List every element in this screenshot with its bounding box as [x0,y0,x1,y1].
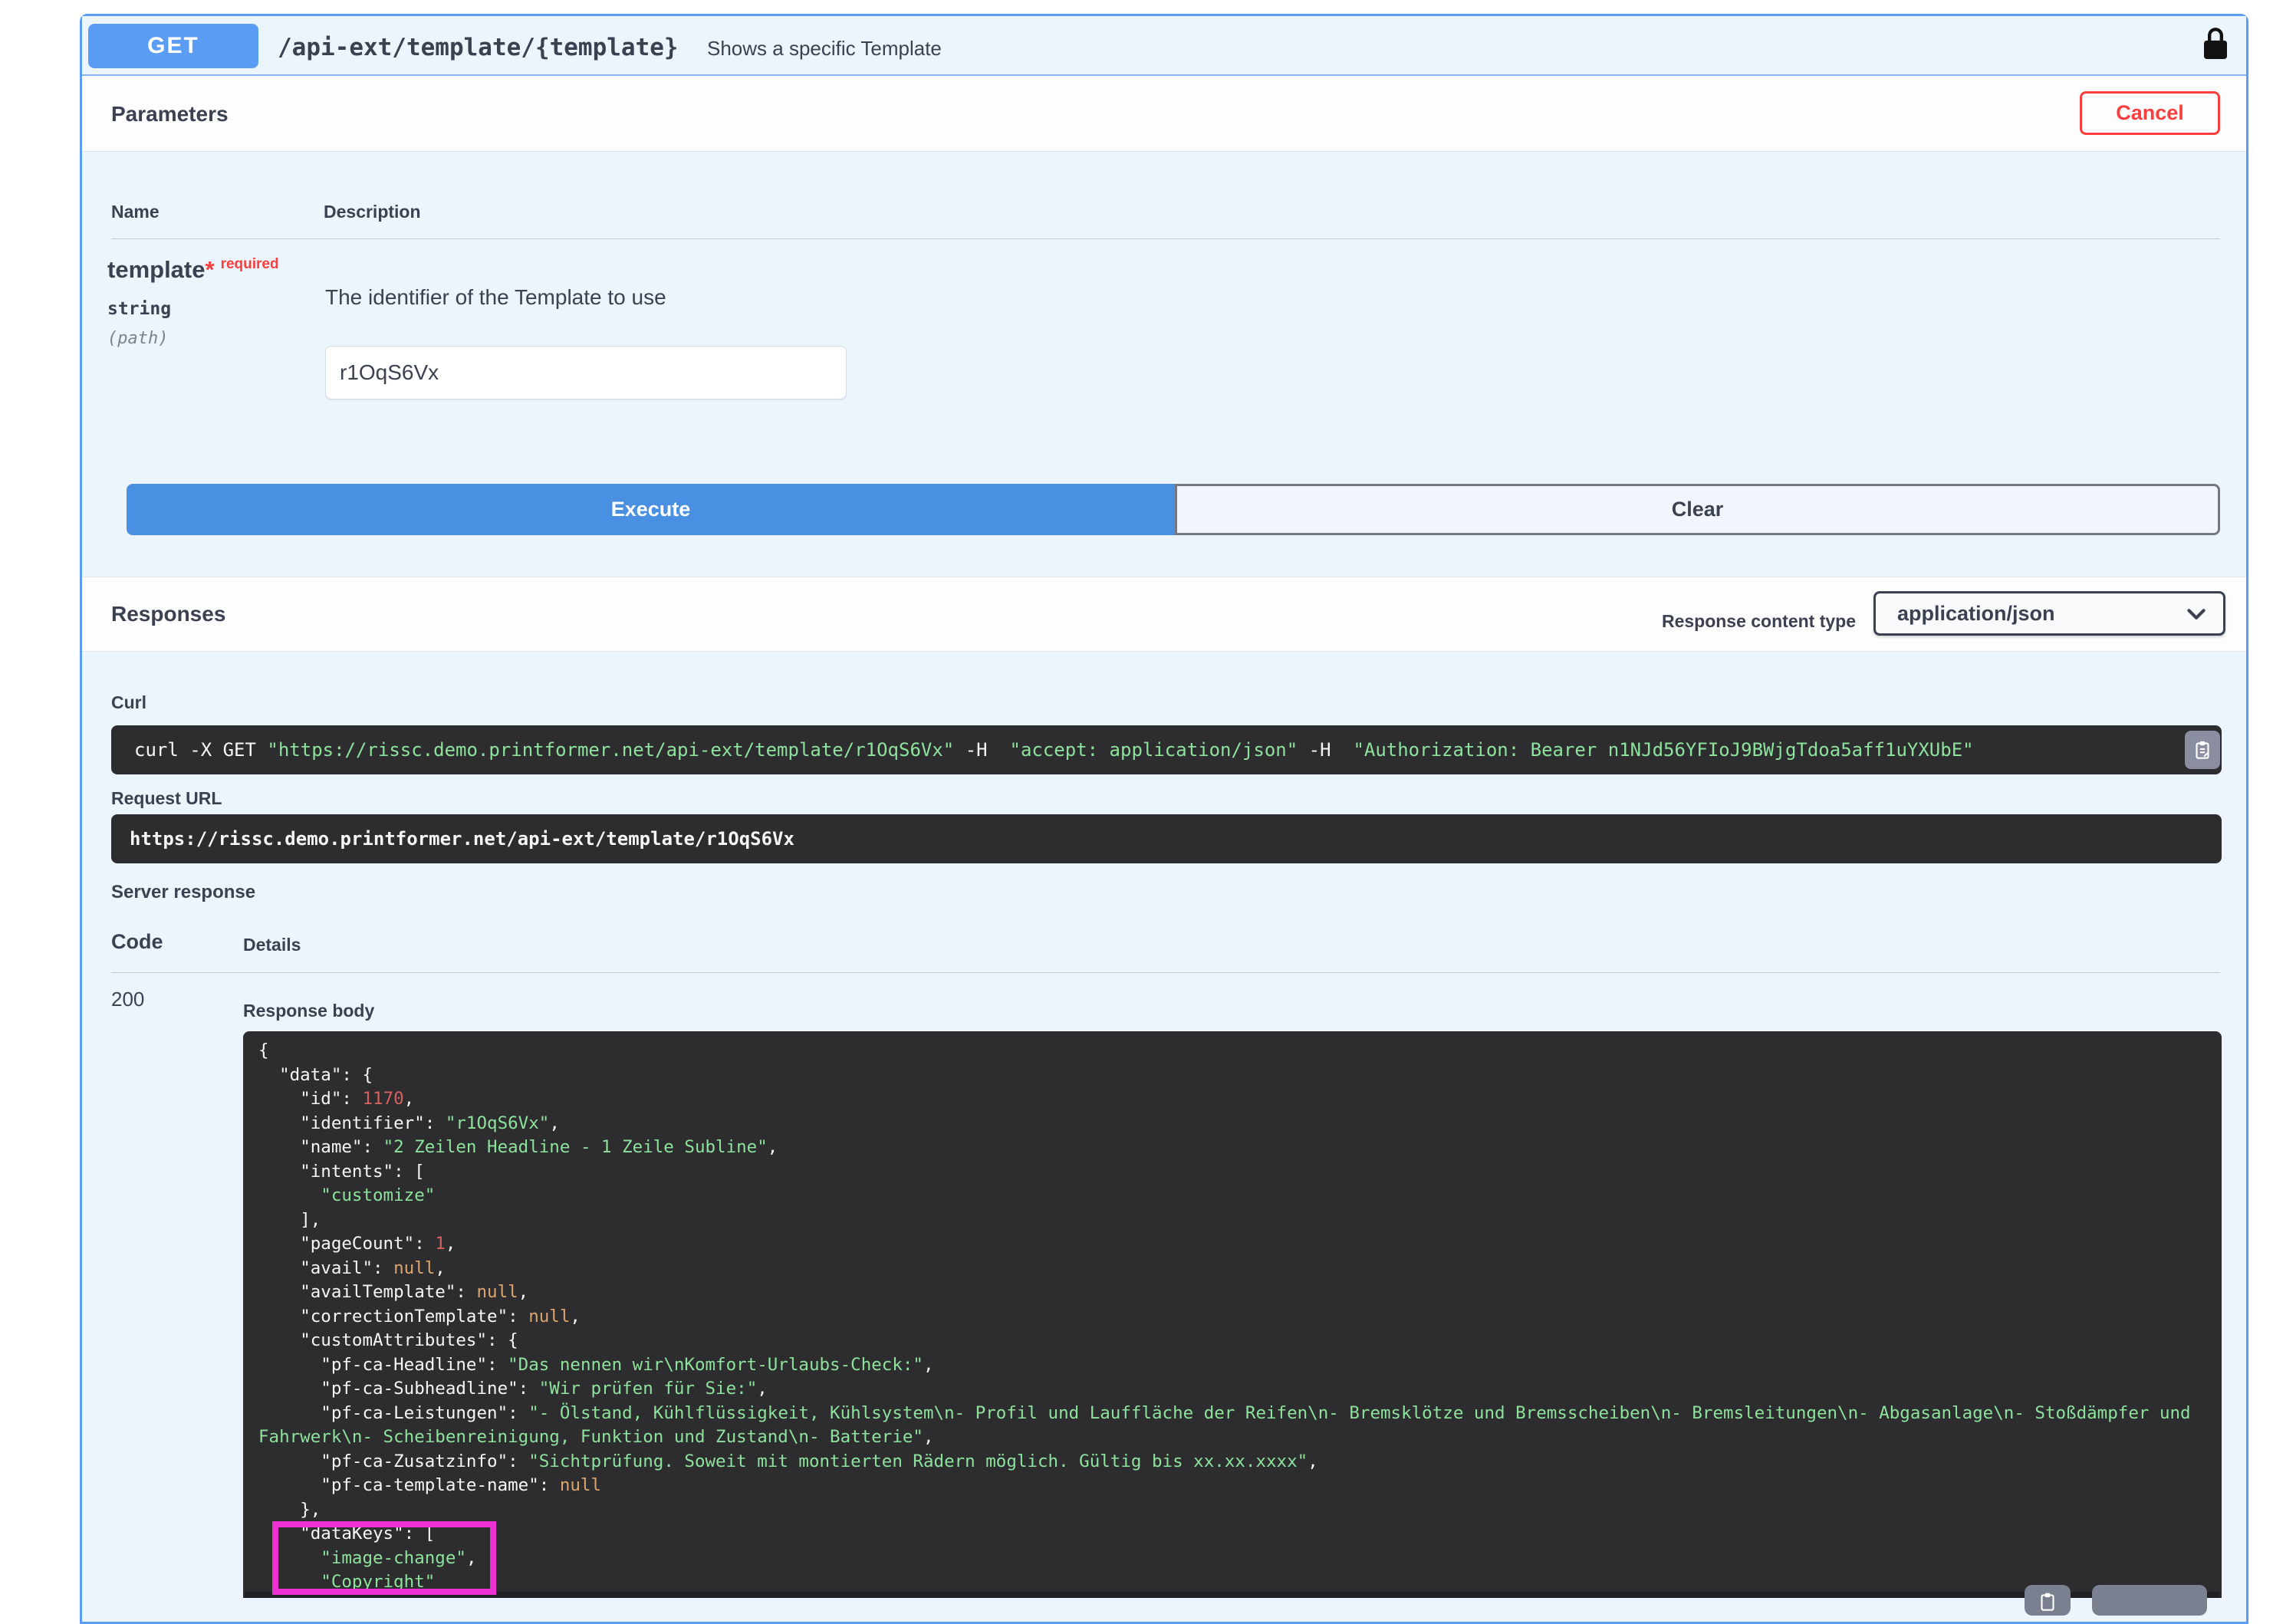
horizontal-scrollbar[interactable] [245,1592,2220,1598]
param-type: string [107,299,171,319]
cancel-button[interactable]: Cancel [2080,91,2220,135]
column-name: Name [111,202,160,222]
details-column-header: Details [243,935,301,955]
code-column-header: Code [111,930,163,954]
curl-command: curl -X GET "https://rissc.demo.printfor… [111,725,2222,774]
response-table-divider [111,972,2220,973]
server-response-label: Server response [111,882,255,903]
endpoint-summary: Shows a specific Template [707,37,942,61]
endpoint-path: /api-ext/template/{template} [278,34,679,61]
request-url-value: https://rissc.demo.printformer.net/api-e… [111,814,2222,863]
copy-to-clipboard-button[interactable] [2185,731,2220,769]
response-body-json: { "data": { "id": 1170, "identifier": "r… [243,1031,2222,1598]
parameters-title: Parameters [111,102,229,127]
method-badge: GET [88,24,258,68]
response-download-button[interactable] [2092,1585,2207,1616]
auth-lock-icon[interactable] [2200,25,2231,62]
curl-label: Curl [111,692,146,713]
template-input[interactable] [325,346,847,399]
responses-title: Responses [111,602,225,626]
required-asterisk: * [205,256,214,283]
response-content-type-label: Response content type [1626,611,1856,632]
param-location: (path) [107,329,168,348]
required-label: required [221,256,279,272]
response-content-type-value: application/json [1897,602,2055,626]
clear-button[interactable]: Clear [1175,484,2220,535]
execute-button[interactable]: Execute [127,484,1175,535]
param-description: The identifier of the Template to use [325,285,666,310]
param-name: template*required [107,256,279,284]
response-content-type-select[interactable]: application/json [1873,591,2225,636]
status-code: 200 [111,988,144,1011]
response-copy-button[interactable] [2025,1585,2071,1616]
chevron-down-icon [2186,602,2206,626]
parameters-bar [82,76,2246,152]
table-divider [111,238,2220,239]
request-url-label: Request URL [111,788,222,809]
column-description: Description [324,202,421,222]
response-body-label: Response body [243,1001,374,1021]
